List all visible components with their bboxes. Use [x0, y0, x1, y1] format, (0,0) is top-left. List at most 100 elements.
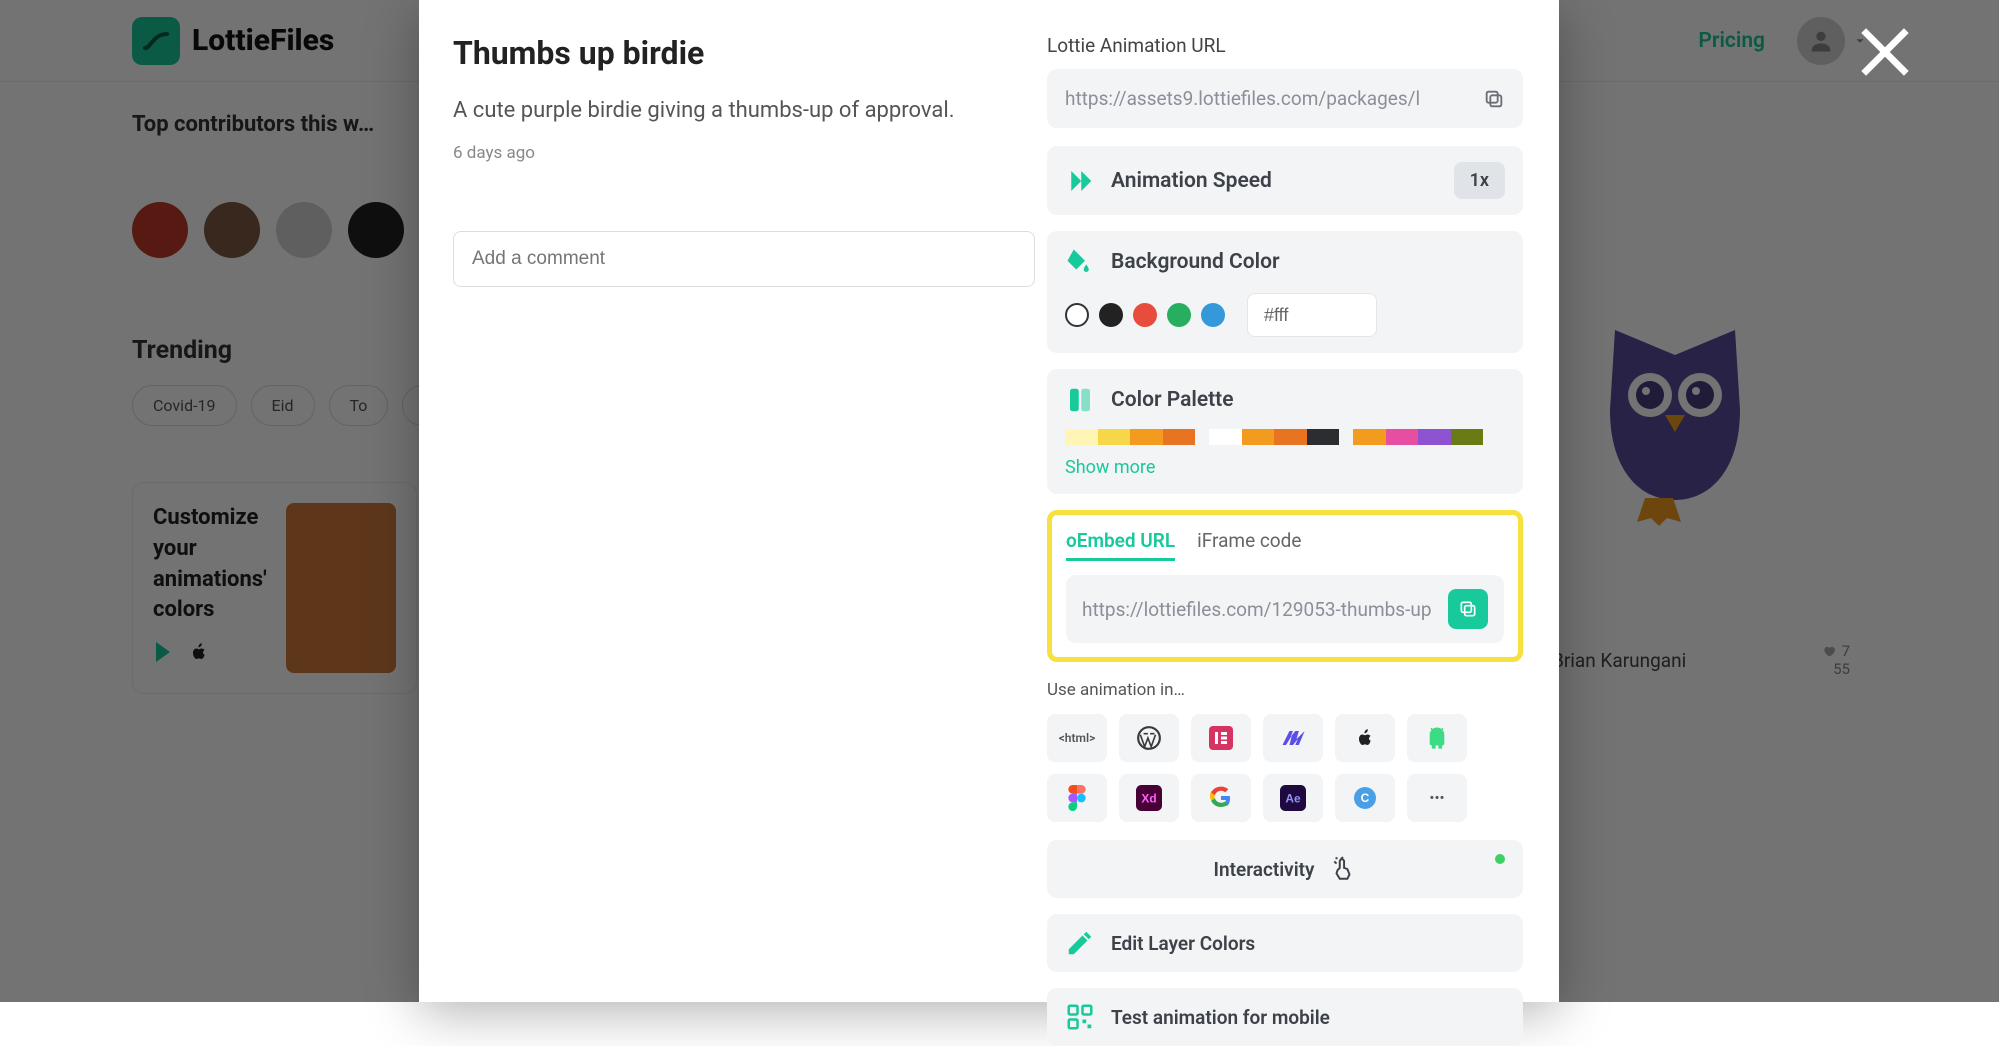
lottie-url-label: Lottie Animation URL [1047, 34, 1523, 57]
integration-c[interactable]: C [1335, 774, 1395, 822]
qr-icon [1065, 1002, 1095, 1032]
tap-icon [1330, 856, 1356, 882]
copy-embed-button[interactable] [1448, 589, 1488, 629]
edit-layer-colors-button[interactable]: Edit Layer Colors [1047, 914, 1523, 972]
avatar[interactable] [276, 202, 332, 258]
promo-illustration [286, 503, 396, 673]
xd-icon: Xd [1136, 785, 1162, 811]
promo-text: Customize your animations' colors [153, 503, 276, 626]
palettes [1065, 429, 1505, 445]
palette-option[interactable] [1209, 429, 1339, 445]
apple-icon [1353, 726, 1377, 750]
tag-pill[interactable]: Covid-19 [132, 385, 237, 426]
integration-xd[interactable]: Xd [1119, 774, 1179, 822]
swatch-white[interactable] [1065, 303, 1089, 327]
swatch-blue[interactable] [1201, 303, 1225, 327]
copy-icon [1458, 599, 1478, 619]
download-icon [1813, 662, 1827, 676]
swatch-black[interactable] [1099, 303, 1123, 327]
heart-icon [1822, 644, 1836, 658]
tag-pill[interactable]: To [329, 385, 389, 426]
svg-text:C: C [1361, 791, 1370, 805]
play-store-icon [153, 640, 177, 664]
integration-google[interactable] [1191, 774, 1251, 822]
speed-value[interactable]: 1x [1454, 162, 1505, 199]
logo-text: LottieFiles [192, 23, 334, 58]
integration-figma[interactable] [1047, 774, 1107, 822]
test-mobile-label: Test animation for mobile [1111, 1006, 1330, 1029]
use-in-label: Use animation in… [1047, 680, 1523, 700]
integration-more[interactable]: ••• [1407, 774, 1467, 822]
integration-elementor[interactable] [1191, 714, 1251, 762]
speed-title: Animation Speed [1111, 169, 1438, 193]
tab-iframe[interactable]: iFrame code [1197, 529, 1301, 561]
status-dot-icon [1495, 854, 1505, 864]
color-palette-panel: Color Palette Show more [1047, 369, 1523, 494]
tag-pill[interactable]: Eid [251, 385, 315, 426]
avatar[interactable] [204, 202, 260, 258]
svg-text:Ae: Ae [1285, 791, 1301, 805]
animation-stats: 7 55 [1813, 642, 1850, 678]
svg-text:Xd: Xd [1141, 791, 1156, 805]
integration-after-effects[interactable]: Ae [1263, 774, 1323, 822]
android-icon [1424, 725, 1450, 751]
avatar[interactable] [348, 202, 404, 258]
google-icon [1209, 786, 1233, 810]
interactivity-label: Interactivity [1214, 858, 1315, 881]
integration-grid: <html> Xd Ae C ••• [1047, 714, 1523, 822]
close-button[interactable] [1853, 20, 1917, 84]
background-color-panel: Background Color [1047, 231, 1523, 353]
embed-url-row: https://lottiefiles.com/129053-thumbs-up [1066, 575, 1504, 643]
hex-input[interactable] [1247, 293, 1377, 337]
integration-wordpress[interactable] [1119, 714, 1179, 762]
wordpress-icon [1136, 725, 1162, 751]
logo-mark-icon [132, 17, 180, 65]
integration-ios[interactable] [1335, 714, 1395, 762]
swatch-red[interactable] [1133, 303, 1157, 327]
embed-url-value[interactable]: https://lottiefiles.com/129053-thumbs-up [1082, 598, 1438, 621]
tab-oembed[interactable]: oEmbed URL [1066, 529, 1175, 561]
palette-option[interactable] [1065, 429, 1195, 445]
avatar[interactable] [132, 202, 188, 258]
figma-icon [1067, 785, 1087, 811]
site-logo[interactable]: LottieFiles [132, 17, 334, 65]
embed-highlight-box: oEmbed URL iFrame code https://lottiefil… [1047, 510, 1523, 662]
edit-colors-label: Edit Layer Colors [1111, 932, 1255, 955]
comment-input[interactable] [453, 231, 1035, 287]
integration-webflow[interactable] [1263, 714, 1323, 762]
show-more-link[interactable]: Show more [1065, 457, 1505, 478]
modal-left-pane: Thumbs up birdie A cute purple birdie gi… [419, 0, 1047, 1002]
avatar-icon [1797, 17, 1845, 65]
integration-android[interactable] [1407, 714, 1467, 762]
posted-time: 6 days ago [453, 143, 1013, 163]
integration-html[interactable]: <html> [1047, 714, 1107, 762]
palette-title: Color Palette [1111, 388, 1505, 412]
modal-right-pane: Lottie Animation URL https://assets9.lot… [1047, 0, 1559, 1002]
bg-title: Background Color [1111, 250, 1505, 274]
c-icon: C [1353, 786, 1377, 810]
animation-title: Thumbs up birdie [453, 34, 1013, 72]
copy-icon[interactable] [1483, 88, 1505, 110]
embed-tabs: oEmbed URL iFrame code [1066, 529, 1504, 561]
speed-icon [1065, 166, 1095, 196]
test-mobile-button[interactable]: Test animation for mobile [1047, 988, 1523, 1046]
interactivity-button[interactable]: Interactivity [1047, 840, 1523, 898]
ae-icon: Ae [1280, 785, 1306, 811]
lottie-url-box: https://assets9.lottiefiles.com/packages… [1047, 69, 1523, 128]
animation-detail-modal: Thumbs up birdie A cute purple birdie gi… [419, 0, 1559, 1002]
swatch-green[interactable] [1167, 303, 1191, 327]
author-name: Brian Karungani [1552, 649, 1686, 672]
palette-icon [1065, 385, 1095, 415]
bg-swatches [1065, 293, 1505, 337]
apple-icon [187, 640, 211, 664]
lottie-url-value[interactable]: https://assets9.lottiefiles.com/packages… [1065, 87, 1473, 110]
paint-bucket-icon [1065, 247, 1095, 277]
pricing-link[interactable]: Pricing [1698, 29, 1765, 53]
pencil-icon [1065, 928, 1095, 958]
promo-card[interactable]: Customize your animations' colors [132, 482, 417, 694]
animation-description: A cute purple birdie giving a thumbs-up … [453, 98, 1013, 123]
palette-option[interactable] [1353, 429, 1483, 445]
animation-speed-panel: Animation Speed 1x [1047, 146, 1523, 215]
webflow-icon [1279, 724, 1307, 752]
elementor-icon [1209, 726, 1233, 750]
